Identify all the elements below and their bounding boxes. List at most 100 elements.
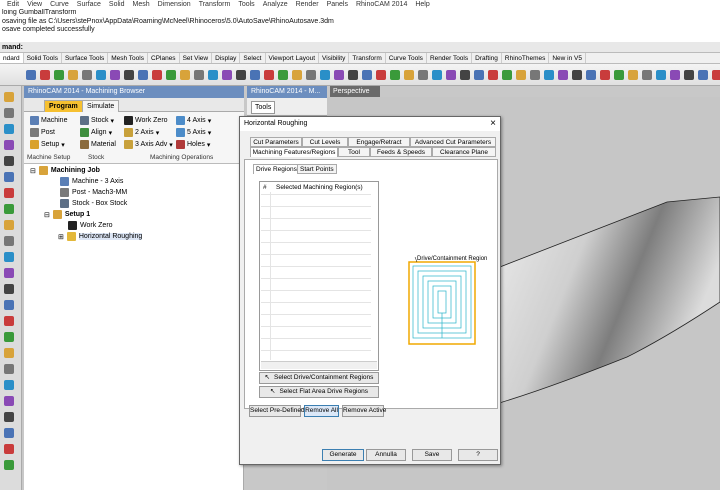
toolbar-button-icon[interactable] — [180, 69, 190, 80]
toolbar-tab[interactable]: Display — [212, 53, 241, 63]
menu-item[interactable]: Edit — [7, 1, 19, 8]
toolbar-button-icon[interactable] — [474, 69, 484, 80]
toolbar-button-icon[interactable] — [572, 69, 582, 80]
toolbar-button-icon[interactable] — [110, 69, 120, 80]
toolbar-tab[interactable]: ndard — [0, 53, 24, 63]
menu-item[interactable]: Curve — [50, 1, 69, 8]
toolbar-tab[interactable]: Select — [240, 53, 266, 63]
toolbar-button-icon[interactable] — [670, 69, 680, 80]
toolbar-tab[interactable]: Drafting — [472, 53, 502, 63]
toolbar-button-icon[interactable] — [404, 69, 414, 80]
left-tool-icon[interactable] — [4, 220, 14, 230]
select-drive-regions-button[interactable]: ↖ Select Drive/Containment Regions — [259, 372, 379, 384]
menu-item[interactable]: Help — [415, 1, 429, 8]
toolbar-button-icon[interactable] — [278, 69, 288, 80]
left-tool-icon[interactable] — [4, 460, 14, 470]
tree-item-workzero[interactable]: Work Zero — [68, 221, 113, 230]
stock-button[interactable]: Stock ▾ — [80, 116, 114, 125]
toolbar-button-icon[interactable] — [292, 69, 302, 80]
left-tool-icon[interactable] — [4, 252, 14, 262]
left-tool-icon[interactable] — [4, 444, 14, 454]
left-tool-icon[interactable] — [4, 428, 14, 438]
holes-button[interactable]: Holes ▾ — [176, 140, 210, 149]
left-tool-icon[interactable] — [4, 172, 14, 182]
subtab-start-points[interactable]: Start Points — [297, 164, 337, 174]
tab-simulate[interactable]: Simulate — [82, 100, 120, 112]
left-tool-icon[interactable] — [4, 156, 14, 166]
axis5-button[interactable]: 5 Axis ▾ — [176, 128, 211, 137]
left-tool-icon[interactable] — [4, 204, 14, 214]
toolbar-button-icon[interactable] — [530, 69, 540, 80]
left-tool-icon[interactable] — [4, 124, 14, 134]
toolbar-button-icon[interactable] — [96, 69, 106, 80]
toolbar-button-icon[interactable] — [138, 69, 148, 80]
remove-all-button[interactable]: Remove All — [304, 405, 339, 417]
left-tool-icon[interactable] — [4, 236, 14, 246]
left-tool-icon[interactable] — [4, 300, 14, 310]
selected-regions-list[interactable]: # Selected Machining Region(s) — [259, 181, 379, 371]
command-prompt[interactable]: mand: — [0, 42, 720, 53]
toolbar-button-icon[interactable] — [432, 69, 442, 80]
left-tool-icon[interactable] — [4, 188, 14, 198]
toolbar-button-icon[interactable] — [418, 69, 428, 80]
toolbar-button-icon[interactable] — [264, 69, 274, 80]
tab-feeds-speeds[interactable]: Feeds & Speeds — [370, 147, 432, 157]
help-button[interactable]: ? — [458, 449, 498, 461]
tab-tool[interactable]: Tool — [338, 147, 370, 157]
toolbar-button-icon[interactable] — [600, 69, 610, 80]
menu-item[interactable]: Analyze — [263, 1, 288, 8]
toolbar-button-icon[interactable] — [460, 69, 470, 80]
menu-item[interactable]: Panels — [327, 1, 348, 8]
machine-button[interactable]: Machine — [30, 116, 67, 125]
toolbar-tab[interactable]: Viewport Layout — [266, 53, 319, 63]
tab-advanced-cut-parameters[interactable]: Advanced Cut Parameters — [410, 137, 496, 147]
left-tool-icon[interactable] — [4, 92, 14, 102]
menu-item[interactable]: Mesh — [133, 1, 150, 8]
toolbar-button-icon[interactable] — [250, 69, 260, 80]
toolbar-tab[interactable]: New in V5 — [549, 53, 586, 63]
select-flat-regions-button[interactable]: ↖ Select Flat Area Drive Regions — [259, 386, 379, 398]
left-tool-icon[interactable] — [4, 348, 14, 358]
tree-item-setup[interactable]: ⊟ Setup 1 — [44, 210, 90, 219]
tab-cut-levels[interactable]: Cut Levels — [302, 137, 348, 147]
list-horizontal-scrollbar[interactable] — [261, 361, 377, 369]
tree-item-operation[interactable]: ⊞ Horizontal Roughing — [58, 232, 143, 241]
toolbar-button-icon[interactable] — [684, 69, 694, 80]
tab-clearance-plane[interactable]: Clearance Plane — [432, 147, 496, 157]
subtab-drive-regions[interactable]: Drive Regions — [253, 164, 300, 174]
toolbar-button-icon[interactable] — [390, 69, 400, 80]
toolbar-button-icon[interactable] — [558, 69, 568, 80]
toolbar-tab[interactable]: Render Tools — [427, 53, 473, 63]
remove-active-button[interactable]: Remove Active — [342, 405, 386, 417]
viewport-tab-perspective[interactable]: Perspective — [330, 86, 380, 97]
toolbar-button-icon[interactable] — [586, 69, 596, 80]
toolbar-button-icon[interactable] — [488, 69, 498, 80]
toolbar-button-icon[interactable] — [194, 69, 204, 80]
toolbar-tab[interactable]: Curve Tools — [386, 53, 427, 63]
left-tool-icon[interactable] — [4, 396, 14, 406]
toolbar-button-icon[interactable] — [544, 69, 554, 80]
toolbar-button-icon[interactable] — [362, 69, 372, 80]
menu-item[interactable]: Render — [296, 1, 319, 8]
material-button[interactable]: Material — [80, 140, 116, 149]
toolbar-button-icon[interactable] — [446, 69, 456, 80]
toolbar-tab[interactable]: CPlanes — [148, 53, 180, 63]
menu-item[interactable]: Transform — [199, 1, 231, 8]
work-zero-button[interactable]: Work Zero — [124, 116, 168, 125]
post-button[interactable]: Post — [30, 128, 55, 137]
left-tool-icon[interactable] — [4, 380, 14, 390]
toolbar-tab[interactable]: Solid Tools — [24, 53, 62, 63]
tab-machining-features[interactable]: Machining Features/Regions — [250, 147, 338, 157]
toolbar-tab[interactable]: Set View — [180, 53, 213, 63]
close-icon[interactable]: × — [490, 117, 496, 131]
toolbar-button-icon[interactable] — [516, 69, 526, 80]
axis3-button[interactable]: 3 Axis Adv ▾ — [124, 140, 173, 149]
setup-button[interactable]: Setup ▾ — [30, 140, 65, 149]
align-button[interactable]: Align ▾ — [80, 128, 112, 137]
toolbar-tab[interactable]: Mesh Tools — [108, 53, 148, 63]
tools-tab-button[interactable]: Tools — [251, 101, 276, 114]
axis4-button[interactable]: 4 Axis ▾ — [176, 116, 211, 125]
left-tool-icon[interactable] — [4, 140, 14, 150]
toolbar-button-icon[interactable] — [376, 69, 386, 80]
menu-item[interactable]: Tools — [238, 1, 254, 8]
